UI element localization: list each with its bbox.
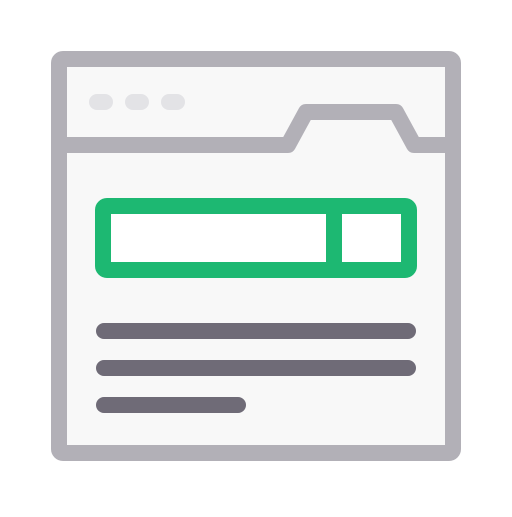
window-dot-icon	[161, 94, 185, 110]
window-dot-icon	[89, 94, 113, 110]
browser-window-search-icon	[0, 0, 512, 512]
search-bar	[95, 198, 417, 278]
browser-window-icon-graphic	[51, 51, 461, 461]
window-dot-icon	[125, 94, 149, 110]
